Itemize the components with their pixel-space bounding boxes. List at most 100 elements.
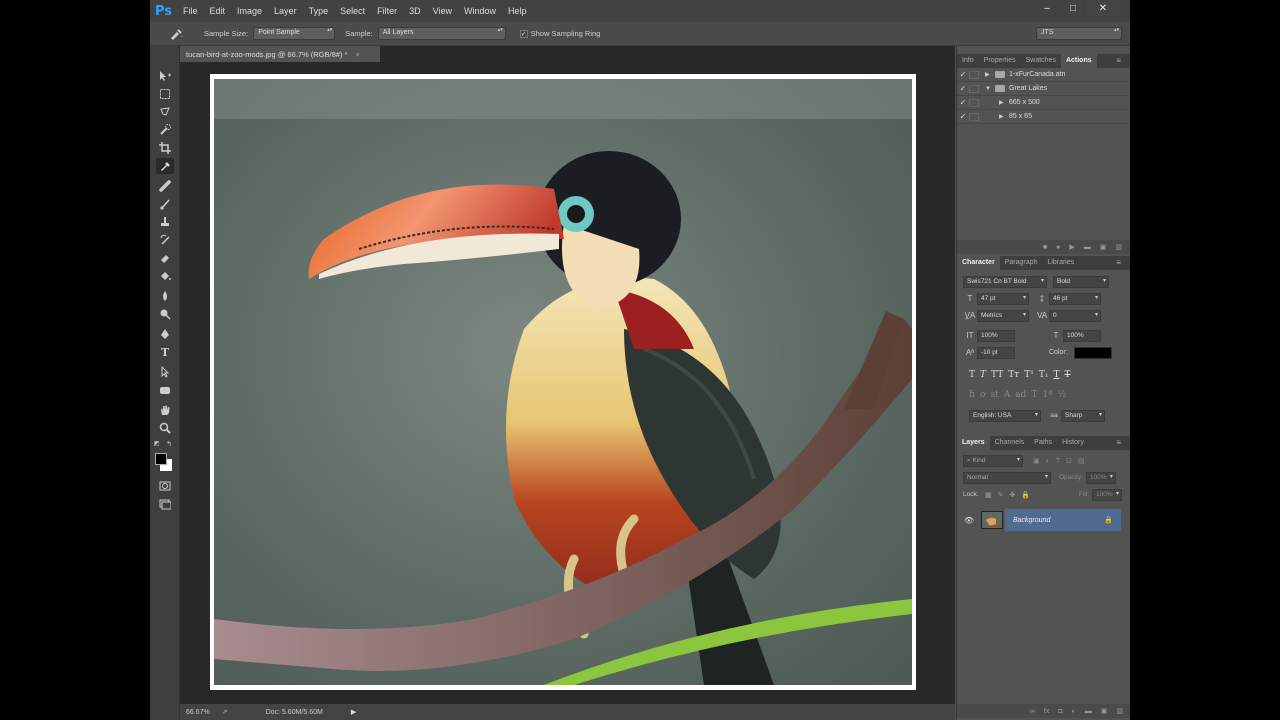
antialias-select[interactable]: Sharp bbox=[1061, 409, 1105, 422]
dialog-toggle[interactable] bbox=[969, 112, 979, 121]
tab-channels[interactable]: Channels bbox=[990, 436, 1030, 450]
tracking-field[interactable]: 0 bbox=[1049, 309, 1101, 322]
expand-triangle-icon[interactable]: ▶ bbox=[999, 113, 1009, 120]
screen-mode-button[interactable] bbox=[156, 496, 174, 512]
hand-tool[interactable] bbox=[156, 402, 174, 418]
dialog-toggle[interactable] bbox=[969, 84, 979, 93]
ordinals-button[interactable]: T bbox=[1031, 390, 1037, 400]
font-family-select[interactable]: Swis721 Cn BT Bold bbox=[963, 275, 1047, 288]
type-tool[interactable]: T bbox=[156, 344, 174, 360]
font-size-field[interactable]: 47 pt bbox=[977, 292, 1029, 305]
eyedropper-tool-preset[interactable] bbox=[168, 28, 192, 40]
tab-layers[interactable]: Layers bbox=[957, 436, 990, 450]
show-sampling-ring-checkbox[interactable]: ✓ bbox=[519, 29, 528, 38]
close-button[interactable]: ✕ bbox=[1086, 0, 1120, 16]
toggle-check-icon[interactable]: ✓ bbox=[957, 98, 969, 107]
panel-menu-icon[interactable]: ≡ bbox=[1111, 256, 1126, 270]
link-layers-icon[interactable]: ∞ bbox=[1030, 708, 1035, 715]
menu-file[interactable]: File bbox=[177, 6, 204, 16]
leading-field[interactable]: 46 pt bbox=[1049, 292, 1101, 305]
tab-swatches[interactable]: Swatches bbox=[1021, 54, 1061, 68]
faux-bold-button[interactable]: T bbox=[969, 370, 975, 380]
brush-tool[interactable] bbox=[156, 196, 174, 212]
panel-menu-icon[interactable]: ≡ bbox=[1111, 54, 1126, 68]
sample-select[interactable]: All Layers bbox=[377, 27, 506, 40]
text-color-swatch[interactable] bbox=[1074, 346, 1112, 359]
path-selection-tool[interactable] bbox=[156, 364, 174, 380]
lock-icons[interactable]: ▦✎✥🔒 bbox=[985, 491, 1036, 499]
close-document-icon[interactable]: × bbox=[355, 50, 359, 59]
marquee-tool[interactable] bbox=[156, 86, 174, 102]
underline-button[interactable]: T bbox=[1053, 370, 1059, 380]
toggle-check-icon[interactable]: ✓ bbox=[957, 112, 969, 121]
action-set[interactable]: ✓ ▼ Great Lakes bbox=[957, 82, 1130, 96]
menu-select[interactable]: Select bbox=[334, 6, 371, 16]
quick-mask-button[interactable] bbox=[156, 478, 174, 494]
layer-filter-select[interactable]: ⌕ Kind bbox=[963, 454, 1023, 467]
history-brush-tool[interactable] bbox=[156, 232, 174, 248]
faux-italic-button[interactable]: T bbox=[980, 370, 986, 380]
old-style-button[interactable]: ơ bbox=[980, 390, 985, 400]
vertical-scale-field[interactable]: 100% bbox=[977, 329, 1015, 342]
clone-stamp-tool[interactable] bbox=[156, 214, 174, 230]
export-icon[interactable]: ⇗ bbox=[222, 708, 228, 716]
lasso-tool[interactable] bbox=[156, 104, 174, 120]
visibility-eye-icon[interactable]: 👁 bbox=[961, 516, 977, 525]
baseline-shift-field[interactable]: -10 pt bbox=[977, 346, 1015, 359]
default-colors-icon[interactable]: ◩ bbox=[154, 440, 162, 448]
tab-actions[interactable]: Actions bbox=[1060, 54, 1097, 68]
strikethrough-button[interactable]: T bbox=[1064, 370, 1070, 380]
tab-paragraph[interactable]: Paragraph bbox=[1000, 256, 1043, 270]
superscript-button[interactable]: T¹ bbox=[1024, 370, 1034, 380]
subscript-button[interactable]: T₁ bbox=[1039, 370, 1049, 380]
tab-paths[interactable]: Paths bbox=[1029, 436, 1057, 450]
tab-info[interactable]: Info bbox=[957, 54, 979, 68]
fx-icon[interactable]: fx bbox=[1044, 708, 1049, 715]
tucan-photo[interactable] bbox=[214, 79, 912, 685]
menu-3d[interactable]: 3D bbox=[403, 6, 427, 16]
dialog-toggle[interactable] bbox=[969, 70, 979, 79]
menu-edit[interactable]: Edit bbox=[204, 6, 232, 16]
menu-image[interactable]: Image bbox=[231, 6, 268, 16]
titling-button[interactable]: ad bbox=[1015, 390, 1026, 400]
delete-layer-icon[interactable]: ▥ bbox=[1116, 707, 1123, 715]
new-set-icon[interactable]: ▬ bbox=[1084, 244, 1091, 251]
workspace-select[interactable]: JTS bbox=[1036, 27, 1122, 40]
layer-filter-icons[interactable]: ▣◐T⊡▤ bbox=[1033, 457, 1091, 465]
horizontal-scale-field[interactable]: 100% bbox=[1063, 329, 1101, 342]
restore-button[interactable]: □ bbox=[1060, 0, 1086, 16]
pen-tool[interactable] bbox=[156, 326, 174, 342]
layer-row-background[interactable]: 👁 Background 🔒 bbox=[961, 509, 1121, 531]
blur-tool[interactable] bbox=[156, 288, 174, 304]
dialog-toggle[interactable] bbox=[969, 98, 979, 107]
zoom-tool[interactable] bbox=[156, 420, 174, 436]
record-icon[interactable]: ● bbox=[1056, 244, 1060, 251]
menu-help[interactable]: Help bbox=[502, 6, 533, 16]
menu-type[interactable]: Type bbox=[303, 6, 335, 16]
collapse-triangle-icon[interactable]: ▼ bbox=[985, 86, 995, 92]
minimize-button[interactable]: – bbox=[1034, 0, 1060, 16]
eyedropper-tool[interactable] bbox=[156, 158, 174, 174]
adjustment-layer-icon[interactable]: ◐ bbox=[1072, 708, 1076, 715]
small-caps-button[interactable]: Tт bbox=[1008, 370, 1019, 380]
ligature-button[interactable]: fi bbox=[969, 390, 975, 400]
fill-field[interactable]: 100% bbox=[1092, 488, 1122, 501]
toggle-check-icon[interactable]: ✓ bbox=[957, 84, 969, 93]
crop-tool[interactable] bbox=[156, 140, 174, 156]
move-tool[interactable] bbox=[156, 68, 174, 84]
fractions-button[interactable]: ½ bbox=[1057, 390, 1066, 400]
sample-size-select[interactable]: Point Sample bbox=[253, 27, 336, 40]
status-menu-arrow-icon[interactable]: ▶ bbox=[351, 708, 356, 716]
foreground-color-swatch[interactable] bbox=[155, 453, 167, 465]
all-caps-button[interactable]: TT bbox=[991, 370, 1003, 380]
menu-filter[interactable]: Filter bbox=[371, 6, 403, 16]
kerning-field[interactable]: Metrics bbox=[977, 309, 1029, 322]
healing-brush-tool[interactable] bbox=[156, 178, 174, 194]
tab-history[interactable]: History bbox=[1057, 436, 1089, 450]
layer-name[interactable]: Background 🔒 bbox=[1005, 509, 1121, 531]
panel-menu-icon[interactable]: ≡ bbox=[1111, 436, 1126, 450]
action-item[interactable]: ✓ ▶ 85 x 65 bbox=[957, 110, 1130, 124]
document-tab[interactable]: tucan-bird-at-zoo-mods.jpg @ 66.7% (RGB/… bbox=[180, 46, 380, 62]
expand-triangle-icon[interactable]: ▶ bbox=[999, 99, 1009, 106]
dodge-tool[interactable] bbox=[156, 306, 174, 322]
